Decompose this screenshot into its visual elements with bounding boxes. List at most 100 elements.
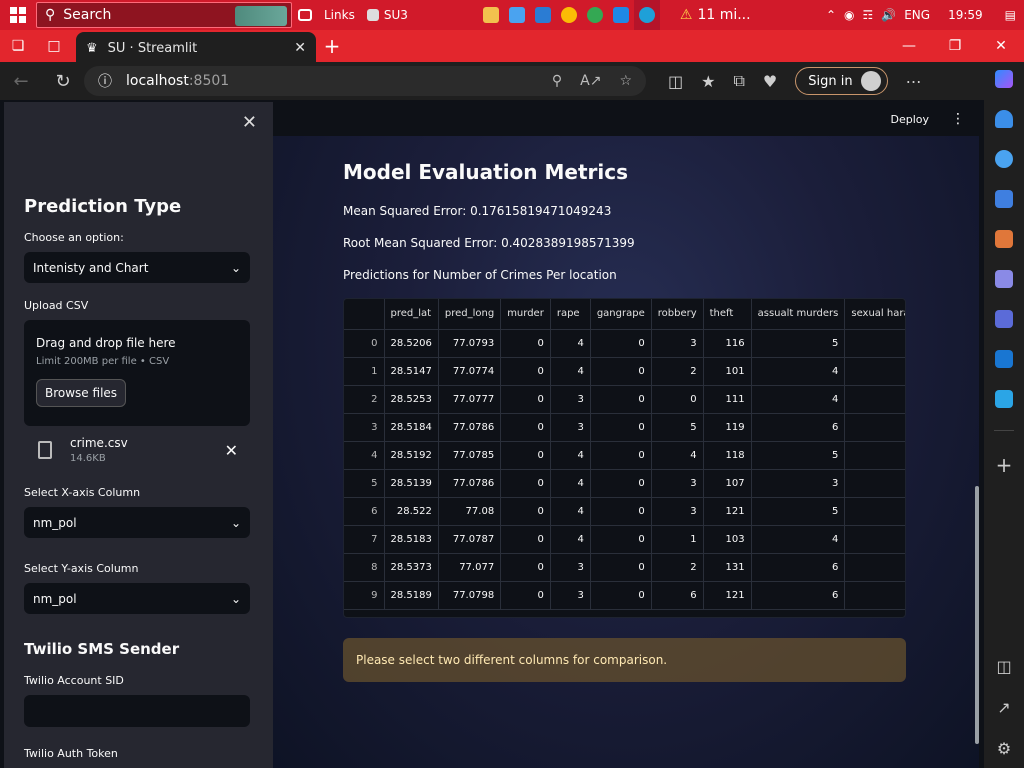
minimize-icon[interactable]: —: [886, 38, 932, 54]
file-size: 14.6KB: [70, 453, 106, 464]
table-header-cell[interactable]: murder: [500, 299, 551, 330]
vscode-icon[interactable]: [608, 0, 634, 30]
table-row[interactable]: 8 28.5373 77.077 0 3 0 2 131 6: [344, 553, 905, 582]
table-header-cell[interactable]: [344, 299, 385, 330]
tools-icon[interactable]: [995, 230, 1013, 248]
file-dropzone[interactable]: Drag and drop file here Limit 200MB per …: [24, 320, 250, 426]
y-axis-select[interactable]: nm_pol ⌄: [24, 583, 250, 614]
workspaces-icon[interactable]: ❏: [0, 30, 36, 62]
games-icon[interactable]: [995, 270, 1013, 288]
microsoft365-icon[interactable]: [995, 310, 1013, 328]
main-menu-icon[interactable]: ⋮: [951, 111, 965, 127]
row-index: 8: [344, 553, 385, 582]
table-cell: 0: [590, 357, 652, 386]
table-cell: 28.5253: [384, 385, 439, 414]
zoom-icon[interactable]: ⚲: [552, 73, 562, 89]
prediction-type-select[interactable]: Intenisty and Chart ⌄: [24, 252, 250, 283]
bell-icon[interactable]: [995, 110, 1013, 128]
remove-file-icon[interactable]: ✕: [225, 441, 238, 460]
taskbar-search[interactable]: ⚲ Search: [36, 2, 292, 28]
table-cell: 107: [703, 469, 752, 498]
search-sidebar-icon[interactable]: [995, 150, 1013, 168]
table-header-cell[interactable]: theft: [703, 299, 752, 330]
close-tab-icon[interactable]: ✕: [294, 40, 306, 56]
predictions-table[interactable]: pred_lat pred_long murder rape gangrape robbe…: [343, 298, 906, 618]
store-icon[interactable]: [504, 0, 530, 30]
taskbar-links[interactable]: Links: [318, 0, 361, 30]
table-header-cell[interactable]: gangrape: [590, 299, 652, 330]
more-options-icon[interactable]: ⋯: [906, 72, 922, 91]
mail-icon[interactable]: [530, 0, 556, 30]
file-explorer-icon[interactable]: [478, 0, 504, 30]
table-header-cell[interactable]: sexual harassem: [844, 299, 905, 330]
back-icon[interactable]: ←: [0, 71, 42, 92]
table-header-cell[interactable]: pred_lat: [384, 299, 439, 330]
table-row[interactable]: 6 28.522 77.08 0 4 0 3 121 5: [344, 497, 905, 526]
edge-icon[interactable]: [633, 0, 660, 30]
table-row[interactable]: 4 28.5192 77.0785 0 4 0 4 118 5: [344, 441, 905, 470]
taskbar-su3-label: SU3: [383, 8, 408, 22]
split-screen-icon[interactable]: ◫: [668, 72, 683, 91]
favorites-icon[interactable]: ★: [701, 72, 715, 91]
sidebar-toggle-icon[interactable]: ◫: [996, 657, 1011, 676]
read-aloud-icon[interactable]: A↗: [580, 73, 601, 89]
row-index: 9: [344, 581, 385, 610]
table-header-cell[interactable]: assualt murders: [751, 299, 846, 330]
tab-streamlit[interactable]: ♛ SU · Streamlit ✕: [76, 32, 316, 64]
table-row[interactable]: 7 28.5183 77.0787 0 4 0 1 103 4: [344, 525, 905, 554]
deploy-button[interactable]: Deploy: [890, 113, 929, 126]
performance-icon[interactable]: ♥: [763, 72, 777, 91]
table-row[interactable]: 1 28.5147 77.0774 0 4 0 2 101 4: [344, 357, 905, 386]
table-header-cell[interactable]: rape: [550, 299, 591, 330]
file-name: crime.csv: [70, 436, 128, 450]
clock[interactable]: 19:59: [948, 8, 983, 22]
send-icon[interactable]: [995, 390, 1013, 408]
new-tab-icon[interactable]: +: [316, 34, 348, 58]
table-cell: 77.077: [438, 553, 502, 582]
notifications-icon[interactable]: ▤: [1005, 8, 1016, 22]
taskbar-su3[interactable]: SU3: [361, 0, 414, 30]
x-axis-select[interactable]: nm_pol ⌄: [24, 507, 250, 538]
wifi-icon[interactable]: ☶: [862, 8, 873, 22]
chrome-icon[interactable]: [556, 0, 582, 30]
table-cell: 6: [751, 581, 846, 610]
copilot-icon[interactable]: [995, 70, 1013, 88]
weather-widget[interactable]: ⚠ 11 mi...: [674, 0, 757, 30]
table-header-cell[interactable]: robbery: [651, 299, 704, 330]
external-link-icon[interactable]: ↗: [997, 698, 1010, 717]
url-field[interactable]: ⓘ localhost:8501 ⚲ A↗ ☆: [84, 66, 646, 96]
add-icon[interactable]: +: [996, 453, 1013, 477]
chrome-alt-icon[interactable]: [582, 0, 608, 30]
table-row[interactable]: 9 28.5189 77.0798 0 3 0 6 121 6: [344, 581, 905, 610]
task-view-icon[interactable]: [292, 0, 318, 30]
streamlit-header: Deploy ⋮: [273, 102, 979, 136]
twilio-sid-input[interactable]: [24, 695, 250, 727]
refresh-icon[interactable]: ↻: [42, 71, 84, 92]
table-header-cell[interactable]: pred_long: [438, 299, 502, 330]
close-sidebar-icon[interactable]: ✕: [242, 112, 257, 133]
prediction-type-heading: Prediction Type: [24, 196, 182, 217]
windows-start-icon[interactable]: [0, 0, 36, 30]
sign-in-button[interactable]: Sign in: [795, 67, 888, 95]
restore-icon[interactable]: ❐: [932, 38, 978, 54]
twilio-sid-label: Twilio Account SID: [24, 674, 124, 687]
network-icon[interactable]: ◉: [844, 8, 854, 22]
collections-icon[interactable]: ⧉: [733, 71, 744, 91]
settings-gear-icon[interactable]: ⚙: [997, 739, 1011, 758]
table-row[interactable]: 0 28.5206 77.0793 0 4 0 3 116 5: [344, 329, 905, 358]
table-row[interactable]: 5 28.5139 77.0786 0 4 0 3 107 3: [344, 469, 905, 498]
volume-icon[interactable]: 🔊: [881, 8, 896, 22]
table-row[interactable]: 2 28.5253 77.0777 0 3 0 0 111 4: [344, 385, 905, 414]
main-scrollbar[interactable]: [975, 486, 979, 744]
row-index: 3: [344, 413, 385, 442]
table-row[interactable]: 3 28.5184 77.0786 0 3 0 5 119 6: [344, 413, 905, 442]
chevron-up-icon[interactable]: ⌃: [826, 8, 836, 22]
shopping-tag-icon[interactable]: [995, 190, 1013, 208]
favorite-star-icon[interactable]: ☆: [619, 73, 632, 89]
outlook-icon[interactable]: [995, 350, 1013, 368]
language-indicator[interactable]: ENG: [904, 8, 930, 22]
table-cell: [844, 553, 905, 582]
close-window-icon[interactable]: ✕: [978, 38, 1024, 54]
browse-files-button[interactable]: Browse files: [36, 379, 127, 407]
tab-actions-icon[interactable]: □: [36, 30, 72, 62]
